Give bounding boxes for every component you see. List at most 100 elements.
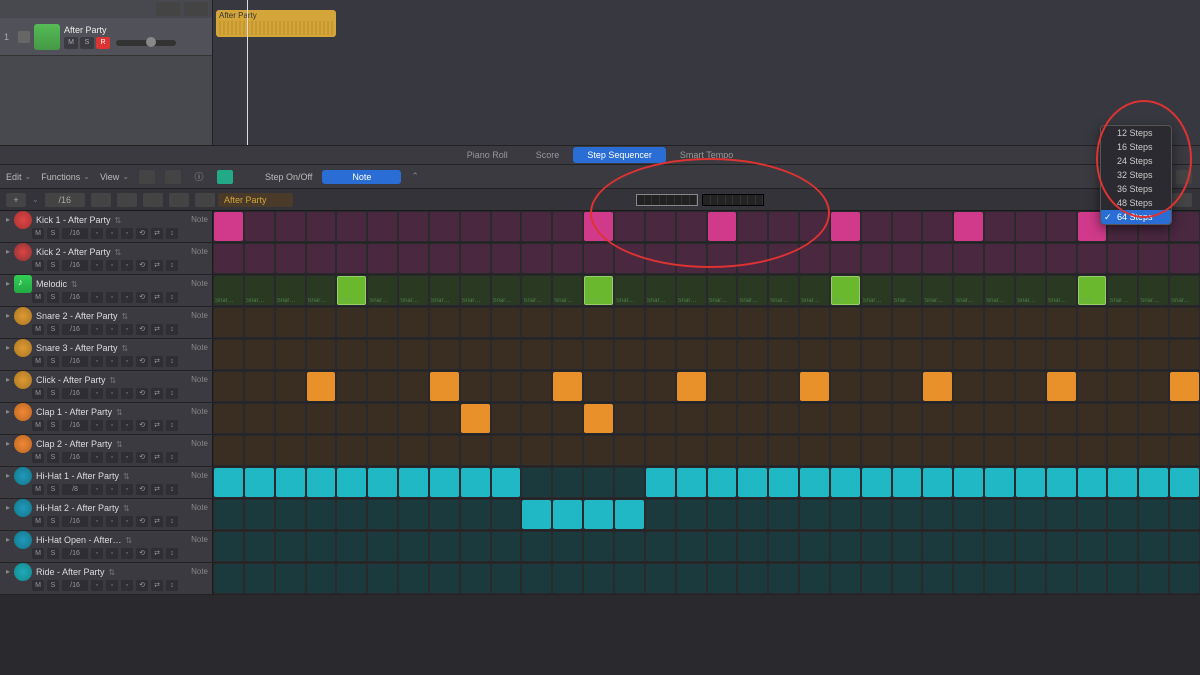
step-cell[interactable] <box>615 436 644 465</box>
step-cell[interactable] <box>214 372 243 401</box>
row-btn[interactable]: ◦ <box>91 548 103 559</box>
row-btn[interactable]: ◦ <box>91 228 103 239</box>
row-btn[interactable]: ↕ <box>166 484 178 495</box>
step-cell[interactable] <box>584 308 613 337</box>
row-mute[interactable]: M <box>32 580 44 591</box>
row-mode[interactable]: Note <box>191 343 208 352</box>
step-cell[interactable] <box>399 212 428 241</box>
mode-selector[interactable]: Note <box>322 170 401 184</box>
step-cell[interactable] <box>214 500 243 529</box>
row-btn[interactable]: ⇄ <box>151 420 163 431</box>
step-cell[interactable] <box>954 564 983 593</box>
row-btn[interactable]: ◦ <box>106 228 118 239</box>
row-btn[interactable]: ⟲ <box>136 516 148 527</box>
step-cell[interactable] <box>1047 372 1076 401</box>
row-btn[interactable]: ⟲ <box>136 548 148 559</box>
row-mute[interactable]: M <box>32 484 44 495</box>
row-btn[interactable]: ◦ <box>121 484 133 495</box>
step-cell[interactable] <box>800 564 829 593</box>
step-cell[interactable] <box>923 244 952 273</box>
hdr-dot[interactable] <box>117 193 137 207</box>
edit-menu[interactable]: Edit <box>6 172 31 182</box>
functions-menu[interactable]: Functions <box>41 172 90 182</box>
row-mode[interactable]: Note <box>191 567 208 576</box>
row-btn[interactable]: ◦ <box>91 452 103 463</box>
step-cell[interactable] <box>800 276 829 305</box>
step-cell[interactable] <box>646 308 675 337</box>
step-cell[interactable] <box>708 308 737 337</box>
step-cell[interactable] <box>677 212 706 241</box>
step-cell[interactable] <box>677 276 706 305</box>
row-solo[interactable]: S <box>47 516 59 527</box>
step-cell[interactable] <box>1016 404 1045 433</box>
step-cell[interactable] <box>831 564 860 593</box>
row-btn[interactable]: ⇄ <box>151 452 163 463</box>
step-cell[interactable] <box>615 500 644 529</box>
row-btn[interactable]: ↕ <box>166 228 178 239</box>
step-cell[interactable] <box>1047 308 1076 337</box>
step-cell[interactable] <box>738 468 767 497</box>
step-cell[interactable] <box>1016 532 1045 561</box>
menu-item[interactable]: 24 Steps <box>1101 154 1171 168</box>
step-cell[interactable] <box>307 340 336 369</box>
row-btn[interactable]: ⇄ <box>151 388 163 399</box>
step-cell[interactable] <box>522 564 551 593</box>
step-cell[interactable] <box>862 372 891 401</box>
row-btn[interactable]: ⟲ <box>136 228 148 239</box>
step-cell[interactable] <box>800 404 829 433</box>
row-btn[interactable]: ⇄ <box>151 580 163 591</box>
step-cell[interactable] <box>954 404 983 433</box>
menu-item[interactable]: 64 Steps <box>1101 210 1171 224</box>
disclosure-icon[interactable]: ▸ <box>4 567 12 576</box>
step-cell[interactable] <box>985 500 1014 529</box>
add-row-button[interactable]: + <box>6 193 26 207</box>
step-cell[interactable] <box>923 372 952 401</box>
step-cell[interactable] <box>522 404 551 433</box>
row-solo[interactable]: S <box>47 484 59 495</box>
step-cell[interactable] <box>245 212 274 241</box>
row-mute[interactable]: M <box>32 356 44 367</box>
step-cell[interactable] <box>862 500 891 529</box>
step-cell[interactable] <box>677 500 706 529</box>
step-cell[interactable] <box>492 436 521 465</box>
step-cell[interactable] <box>923 340 952 369</box>
step-cell[interactable] <box>708 500 737 529</box>
step-cell[interactable] <box>862 468 891 497</box>
step-cell[interactable] <box>337 244 366 273</box>
disclosure-icon[interactable]: ▸ <box>4 503 12 512</box>
step-cell[interactable] <box>862 564 891 593</box>
step-cell[interactable] <box>461 436 490 465</box>
step-cell[interactable] <box>985 404 1014 433</box>
step-cell[interactable] <box>553 532 582 561</box>
row-btn[interactable]: ◦ <box>106 292 118 303</box>
row-btn[interactable]: ◦ <box>91 356 103 367</box>
step-cell[interactable] <box>492 340 521 369</box>
row-mode[interactable]: Note <box>191 535 208 544</box>
step-cell[interactable] <box>800 340 829 369</box>
step-cell[interactable] <box>923 404 952 433</box>
step-cell[interactable] <box>893 308 922 337</box>
step-cell[interactable] <box>985 532 1014 561</box>
step-cell[interactable] <box>553 436 582 465</box>
step-cell[interactable] <box>245 308 274 337</box>
step-cell[interactable] <box>307 372 336 401</box>
step-cell[interactable] <box>245 468 274 497</box>
step-cell[interactable] <box>1139 404 1168 433</box>
step-cell[interactable] <box>492 276 521 305</box>
pattern-overview[interactable] <box>636 194 764 206</box>
step-cell[interactable] <box>492 404 521 433</box>
step-cell[interactable] <box>646 436 675 465</box>
step-cell[interactable] <box>368 532 397 561</box>
tab-piano-roll[interactable]: Piano Roll <box>453 147 522 163</box>
step-cell[interactable] <box>492 532 521 561</box>
step-cell[interactable] <box>337 372 366 401</box>
row-solo[interactable]: S <box>47 548 59 559</box>
step-cell[interactable] <box>1170 244 1199 273</box>
step-cell[interactable] <box>276 244 305 273</box>
row-mute[interactable]: M <box>32 420 44 431</box>
step-cell[interactable] <box>677 404 706 433</box>
row-mode[interactable]: Note <box>191 247 208 256</box>
step-cell[interactable] <box>1108 532 1137 561</box>
row-solo[interactable]: S <box>47 580 59 591</box>
step-cell[interactable] <box>214 404 243 433</box>
